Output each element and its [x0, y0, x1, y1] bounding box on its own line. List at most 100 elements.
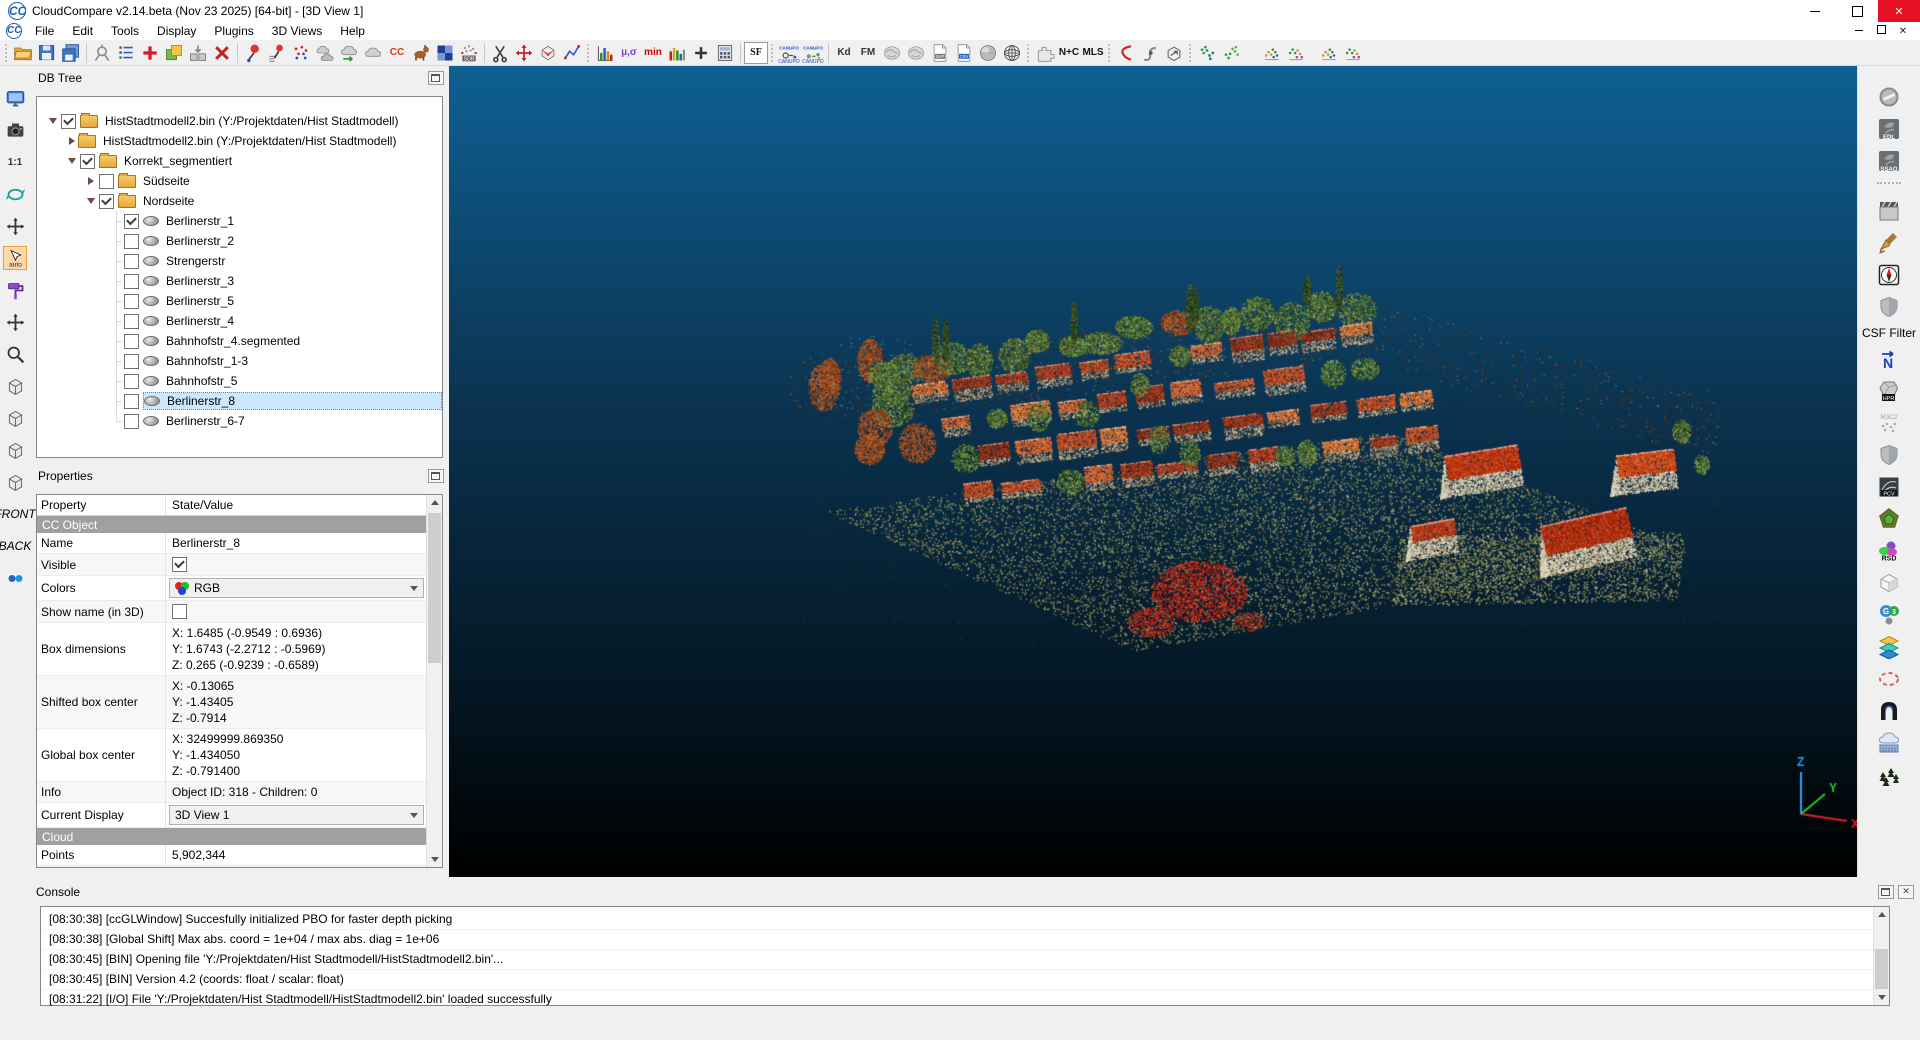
trace-polyline-icon[interactable] [560, 41, 584, 65]
facets-button[interactable]: FM [856, 41, 880, 65]
toolbar-handle[interactable] [4, 43, 9, 63]
scroll-up-icon[interactable] [1874, 907, 1889, 922]
screenshot-icon[interactable] [3, 118, 27, 142]
pan-mode-icon[interactable] [3, 214, 27, 238]
show-name-in-3d--checkbox[interactable] [172, 604, 187, 619]
menu-file[interactable]: File [26, 23, 63, 39]
visibility-checkbox[interactable] [124, 374, 139, 389]
cloud-compare-1-icon[interactable] [1260, 41, 1284, 65]
visibility-checkbox[interactable] [124, 334, 139, 349]
tree-item-strengerstr[interactable]: Strengerstr [37, 251, 442, 271]
scroll-up-icon[interactable] [427, 495, 442, 510]
visibility-checkbox[interactable] [124, 414, 139, 429]
zoom-fit-icon[interactable] [3, 342, 27, 366]
align-clouds-icon[interactable] [313, 41, 337, 65]
back-view-button[interactable]: BACKBACK [3, 534, 27, 558]
shield-plugin-1-icon[interactable] [1876, 294, 1902, 320]
gaussian-filter-button[interactable]: µ,σ [617, 41, 641, 65]
curve-fit-icon[interactable] [1138, 41, 1162, 65]
treeiso-icon[interactable] [1876, 762, 1902, 788]
shield-plugin-2-icon[interactable] [1876, 442, 1902, 468]
tree-row-body[interactable]: Berlinerstr_5 [143, 293, 442, 309]
tree-item-bahnhofstr_1-3[interactable]: Bahnhofstr_1-3 [37, 351, 442, 371]
pcv-icon[interactable]: PCV [1876, 474, 1902, 500]
visibility-checkbox[interactable] [124, 394, 139, 409]
menu-tools[interactable]: Tools [102, 23, 148, 39]
green-points-2-icon[interactable] [1219, 41, 1243, 65]
tree-item-berlinerstr_8[interactable]: Berlinerstr_8 [37, 391, 442, 411]
toolbar-handle[interactable] [770, 43, 775, 63]
render-settings-icon[interactable] [3, 278, 27, 302]
visibility-checkbox[interactable] [80, 154, 95, 169]
fine-registration-icon[interactable] [337, 41, 361, 65]
rsd-icon[interactable]: RSD [1876, 538, 1902, 564]
sf-min-max-button[interactable]: min [641, 41, 665, 65]
cube-plugin-icon[interactable] [1876, 570, 1902, 596]
top-view-icon[interactable] [3, 470, 27, 494]
collapse-icon[interactable] [85, 198, 97, 204]
mls-smooth-button[interactable]: MLS [1081, 41, 1105, 65]
tree-item-berlinerstr_1[interactable]: Berlinerstr_1 [37, 211, 442, 231]
kd-tree-button[interactable]: Kd [832, 41, 856, 65]
tree-row-body[interactable]: HistStadtmodell2.bin (Y:/Projektdaten/Hi… [78, 133, 442, 149]
menu-plugins[interactable]: Plugins [205, 23, 262, 39]
menu-edit[interactable]: Edit [63, 23, 102, 39]
subsample-icon[interactable] [361, 41, 385, 65]
filter-disabled-icon[interactable] [1876, 84, 1902, 110]
edl-shader-button[interactable]: EDL [1876, 116, 1902, 142]
plugins-icon[interactable] [1033, 41, 1057, 65]
ssao-shader-button[interactable]: SSAO [1876, 148, 1902, 174]
statistical-test-icon[interactable] [409, 41, 433, 65]
segment-grid-icon[interactable] [433, 41, 457, 65]
collapse-icon[interactable] [47, 118, 59, 124]
apply-transformation-icon[interactable] [138, 41, 162, 65]
csv-export-icon[interactable]: CSV [952, 41, 976, 65]
visibility-checkbox[interactable] [124, 294, 139, 309]
tree-item-korrekt_segmentiert[interactable]: Korrekt_segmentiert [37, 151, 442, 171]
properties-scrollbar[interactable] [426, 495, 442, 867]
scroll-thumb[interactable] [428, 513, 441, 663]
front-view-button[interactable]: FRONTFRONT [3, 502, 27, 526]
tree-item-berlinerstr_3[interactable]: Berlinerstr_3 [37, 271, 442, 291]
tree-item-bahnhofstr_4.segmented[interactable]: Bahnhofstr_4.segmented [37, 331, 442, 351]
hpr-icon[interactable]: HPR [1876, 378, 1902, 404]
visibility-checkbox[interactable] [124, 234, 139, 249]
cloud-compare-4-icon[interactable] [1341, 41, 1365, 65]
interactive-transformation-icon[interactable] [512, 41, 536, 65]
visibility-checkbox[interactable] [124, 214, 139, 229]
toolbar-handle[interactable] [1107, 43, 1112, 63]
scroll-down-icon[interactable] [1874, 990, 1889, 1005]
tree-row-body[interactable]: Bahnhofstr_4.segmented [143, 333, 442, 349]
scroll-down-icon[interactable] [427, 852, 442, 867]
save-all-icon[interactable] [59, 41, 83, 65]
selected-row-highlight[interactable]: Berlinerstr_8 [143, 392, 442, 410]
ellipse-fit-icon[interactable] [1876, 666, 1902, 692]
collapse-icon[interactable] [66, 158, 78, 164]
visibility-checkbox[interactable] [124, 354, 139, 369]
global-shift-settings-icon[interactable] [90, 41, 114, 65]
tree-row-body[interactable]: Strengerstr [143, 253, 442, 269]
toolbar-handle[interactable] [1188, 43, 1193, 63]
tree-item-südseite[interactable]: Südseite [37, 171, 442, 191]
left-view-icon[interactable] [3, 406, 27, 430]
m3c2-icon[interactable]: M3C2 [1876, 410, 1902, 436]
iso-view-1-icon[interactable] [3, 374, 27, 398]
shp-export-icon[interactable]: SHP [928, 41, 952, 65]
tree-item-histstadtmodell2.bin[interactable]: HistStadtmodell2.bin (Y:/Projektdaten/Hi… [37, 131, 442, 151]
tree-item-berlinerstr_6-7[interactable]: Berlinerstr_6-7 [37, 411, 442, 431]
menu-help[interactable]: Help [331, 23, 374, 39]
dem-cloud-icon[interactable] [1876, 730, 1902, 756]
cloud-compare-2-icon[interactable] [1284, 41, 1308, 65]
point-cloud-canvas[interactable] [449, 66, 1857, 877]
colors-dropdown[interactable]: RGB [169, 578, 424, 598]
sphere-tool-icon[interactable] [976, 41, 1000, 65]
delete-icon[interactable] [210, 41, 234, 65]
expand-icon[interactable] [66, 137, 78, 145]
menu-display[interactable]: Display [148, 23, 205, 39]
green-points-1-icon[interactable] [1195, 41, 1219, 65]
visibility-checkbox[interactable] [124, 254, 139, 269]
layers-plugin-icon[interactable] [1876, 634, 1902, 660]
tree-item-histstadtmodell2.bin[interactable]: HistStadtmodell2.bin (Y:/Projektdaten/Hi… [37, 111, 442, 131]
globe-tool-icon[interactable] [1000, 41, 1024, 65]
right-view-icon[interactable] [3, 438, 27, 462]
